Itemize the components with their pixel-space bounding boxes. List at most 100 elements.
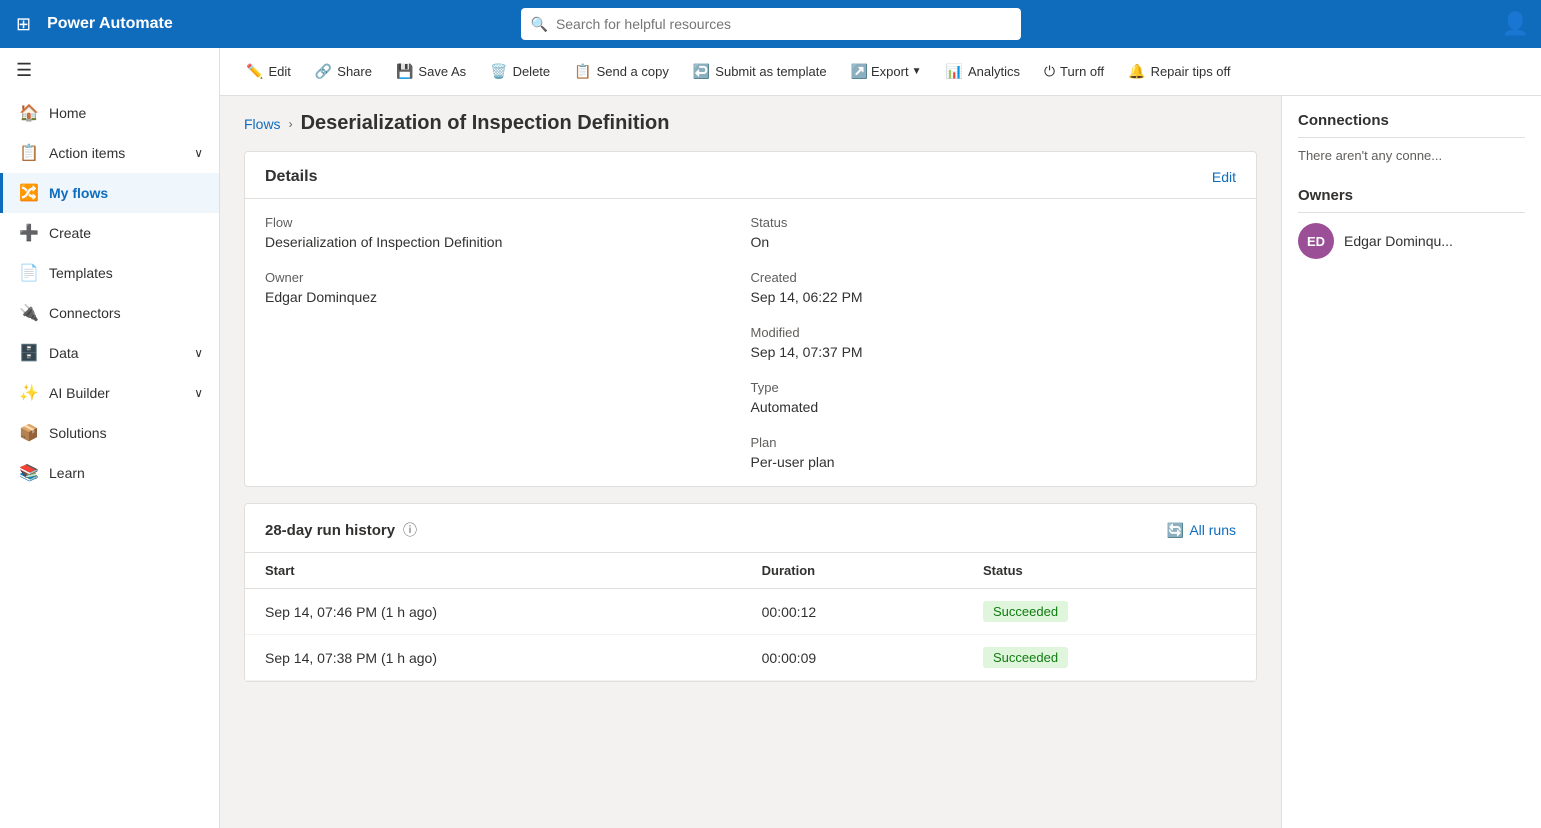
created-label: Created bbox=[751, 270, 1237, 285]
table-row[interactable]: Sep 14, 07:38 PM (1 h ago) 00:00:09 Succ… bbox=[245, 635, 1256, 681]
delete-label: Delete bbox=[513, 64, 551, 79]
user-icon[interactable]: 👤 bbox=[1502, 11, 1529, 37]
sidebar-item-my-flows[interactable]: 🔀 My flows bbox=[0, 173, 219, 213]
share-button[interactable]: 🔗 Share bbox=[305, 57, 382, 86]
spacer-detail bbox=[265, 325, 751, 360]
topbar: ⊞ Power Automate 🔍 👤 bbox=[0, 0, 1541, 48]
details-edit-button[interactable]: Edit bbox=[1212, 169, 1236, 185]
repair-tips-icon: 🔔 bbox=[1128, 63, 1145, 80]
submit-template-button[interactable]: ↩️ Submit as template bbox=[683, 57, 837, 86]
analytics-button[interactable]: 📊 Analytics bbox=[936, 57, 1030, 86]
spacer2-detail bbox=[265, 380, 751, 415]
owner-label: Owner bbox=[265, 270, 751, 285]
owner-item: ED Edgar Dominqu... bbox=[1298, 223, 1525, 259]
sidebar-item-data[interactable]: 🗄️ Data ∨ bbox=[0, 333, 219, 373]
spacer3-detail bbox=[265, 435, 751, 470]
solutions-icon: 📦 bbox=[19, 423, 39, 443]
turn-off-label: Turn off bbox=[1060, 64, 1104, 79]
send-copy-button[interactable]: 📋 Send a copy bbox=[564, 57, 679, 86]
edit-button[interactable]: ✏️ Edit bbox=[236, 57, 301, 86]
export-button[interactable]: ↗️ Export ▼ bbox=[841, 57, 932, 86]
sidebar-item-home[interactable]: 🏠 Home bbox=[0, 93, 219, 133]
col-status: Status bbox=[963, 553, 1256, 589]
sidebar-item-solutions-label: Solutions bbox=[49, 425, 107, 441]
status-label: Status bbox=[751, 215, 1237, 230]
sidebar-item-create-label: Create bbox=[49, 225, 91, 241]
breadcrumb-separator: › bbox=[289, 117, 293, 131]
action-items-icon: 📋 bbox=[19, 143, 39, 163]
type-value: Automated bbox=[751, 399, 1237, 415]
sidebar-item-ai-builder[interactable]: ✨ AI Builder ∨ bbox=[0, 373, 219, 413]
plan-detail: Plan Per-user plan bbox=[751, 435, 1237, 470]
sidebar-item-templates-label: Templates bbox=[49, 265, 113, 281]
table-header-row: Start Duration Status bbox=[245, 553, 1256, 589]
details-card-header: Details Edit bbox=[245, 152, 1256, 199]
run-start: Sep 14, 07:38 PM (1 h ago) bbox=[245, 635, 742, 681]
sidebar-item-solutions[interactable]: 📦 Solutions bbox=[0, 413, 219, 453]
sidebar-item-connectors[interactable]: 🔌 Connectors bbox=[0, 293, 219, 333]
create-icon: ➕ bbox=[19, 223, 39, 243]
created-detail: Created Sep 14, 06:22 PM bbox=[751, 270, 1237, 305]
sidebar-item-data-label: Data bbox=[49, 345, 79, 361]
sidebar-item-create[interactable]: ➕ Create bbox=[0, 213, 219, 253]
connectors-icon: 🔌 bbox=[19, 303, 39, 323]
run-history-table: Start Duration Status Sep 14, 07:46 PM (… bbox=[245, 553, 1256, 681]
ai-builder-chevron-icon: ∨ bbox=[194, 386, 203, 400]
repair-tips-label: Repair tips off bbox=[1151, 64, 1231, 79]
owner-value: Edgar Dominquez bbox=[265, 289, 751, 305]
run-start: Sep 14, 07:46 PM (1 h ago) bbox=[245, 589, 742, 635]
submit-template-label: Submit as template bbox=[715, 64, 826, 79]
connections-title: Connections bbox=[1298, 112, 1525, 138]
all-runs-button[interactable]: 🔄 All runs bbox=[1167, 522, 1236, 539]
export-label: Export bbox=[871, 64, 909, 79]
save-as-label: Save As bbox=[418, 64, 466, 79]
main-content-area: Flows › Deserialization of Inspection De… bbox=[220, 96, 1281, 828]
data-icon: 🗄️ bbox=[19, 343, 39, 363]
run-history-card: 28-day run history ⓘ 🔄 All runs Start bbox=[244, 503, 1257, 682]
delete-button[interactable]: 🗑️ Delete bbox=[480, 57, 560, 86]
details-title: Details bbox=[265, 168, 317, 186]
status-badge: Succeeded bbox=[983, 647, 1068, 668]
status-badge: Succeeded bbox=[983, 601, 1068, 622]
save-as-button[interactable]: 💾 Save As bbox=[386, 57, 476, 86]
details-card: Details Edit Flow Deserialization of Ins… bbox=[244, 151, 1257, 487]
hamburger-button[interactable]: ☰ bbox=[0, 48, 219, 93]
sidebar: ☰ 🏠 Home 📋 Action items ∨ 🔀 My flows ➕ C… bbox=[0, 48, 220, 828]
owner-name: Edgar Dominqu... bbox=[1344, 233, 1453, 249]
search-input[interactable] bbox=[556, 16, 1011, 32]
repair-tips-button[interactable]: 🔔 Repair tips off bbox=[1118, 57, 1240, 86]
col-duration: Duration bbox=[742, 553, 963, 589]
refresh-icon: 🔄 bbox=[1167, 522, 1184, 539]
send-copy-icon: 📋 bbox=[574, 63, 591, 80]
run-status: Succeeded bbox=[963, 635, 1256, 681]
modified-label: Modified bbox=[751, 325, 1237, 340]
share-icon: 🔗 bbox=[315, 63, 332, 80]
flow-label: Flow bbox=[265, 215, 751, 230]
sidebar-item-templates[interactable]: 📄 Templates bbox=[0, 253, 219, 293]
created-value: Sep 14, 06:22 PM bbox=[751, 289, 1237, 305]
export-chevron-icon: ▼ bbox=[912, 66, 922, 77]
sidebar-item-learn[interactable]: 📚 Learn bbox=[0, 453, 219, 493]
type-label: Type bbox=[751, 380, 1237, 395]
search-bar[interactable]: 🔍 bbox=[521, 8, 1021, 40]
search-icon: 🔍 bbox=[531, 16, 548, 33]
breadcrumb-current: Deserialization of Inspection Definition bbox=[301, 112, 670, 135]
waffle-icon[interactable]: ⊞ bbox=[12, 10, 35, 39]
connections-empty-text: There aren't any conne... bbox=[1298, 148, 1525, 163]
info-icon[interactable]: ⓘ bbox=[403, 520, 417, 540]
sidebar-item-action-items[interactable]: 📋 Action items ∨ bbox=[0, 133, 219, 173]
delete-icon: 🗑️ bbox=[490, 63, 507, 80]
page-content: Flows › Deserialization of Inspection De… bbox=[220, 96, 1541, 828]
my-flows-icon: 🔀 bbox=[19, 183, 39, 203]
toolbar: ✏️ Edit 🔗 Share 💾 Save As 🗑️ Delete 📋 Se… bbox=[220, 48, 1541, 96]
edit-label: Edit bbox=[268, 64, 290, 79]
sidebar-item-ai-builder-label: AI Builder bbox=[49, 385, 110, 401]
table-row[interactable]: Sep 14, 07:46 PM (1 h ago) 00:00:12 Succ… bbox=[245, 589, 1256, 635]
flow-value: Deserialization of Inspection Definition bbox=[265, 234, 751, 250]
breadcrumb: Flows › Deserialization of Inspection De… bbox=[244, 112, 1257, 135]
analytics-icon: 📊 bbox=[946, 63, 963, 80]
app-title: Power Automate bbox=[47, 15, 173, 33]
export-icon: ↗️ bbox=[851, 63, 868, 80]
turn-off-button[interactable]: ⏻ Turn off bbox=[1034, 57, 1114, 86]
breadcrumb-flows-link[interactable]: Flows bbox=[244, 116, 281, 132]
